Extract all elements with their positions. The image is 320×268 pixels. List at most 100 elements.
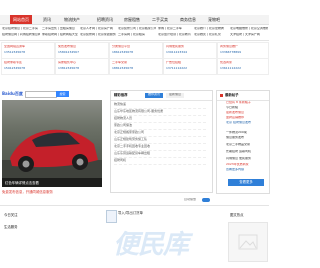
ad-title: 招聘求职专区 [4,61,23,64]
bottom-left-heading: 今日关注 [4,213,18,217]
nav-item-home[interactable]: 网站首页 [10,15,32,24]
search-button[interactable]: 搜索 [56,90,69,97]
ad-title: 优选商家 [220,61,233,64]
toggle-switch[interactable] [202,197,210,202]
bottom-left-heading-2: 生活服务 [4,225,18,229]
ad-phone: 13611112222 [220,67,241,70]
sidebar-item[interactable]: 同城信息 便民服务 [226,157,266,161]
ad-title: 广告位招租 [166,61,182,64]
sidebar-item[interactable]: 北京二手物品交易 [226,143,266,147]
link[interactable]: 北京招聘信息 | 北京二手房 [2,27,40,31]
link[interactable]: 北京装修网 | 北京家政服务 [80,33,116,37]
ad-phone: 15801234567 [58,51,79,54]
center-feature-title: 导入/导出订货单 [118,211,143,215]
tab-latest[interactable]: 最新信息 [166,93,184,98]
ad-grid: 全国网站直通车 13512345678 免费发布信息 15801234567 分… [0,42,269,75]
nav-item-jobs[interactable]: 招聘资讯 [97,17,113,22]
ad-title: 全国网站直通车 [4,45,26,48]
link[interactable]: 北京电脑维修 | 北京空调维修 [230,27,268,31]
link-row-1: 北京招聘信息 | 北京二手房 二手房出售 | 出租房信息 北京人才网 | 北京房… [0,27,269,32]
link[interactable]: 北京人才网 | 北京房产网 [80,27,116,31]
image-icon [238,234,258,250]
sidebar-item[interactable]: 最新发布信息 [226,111,266,115]
image-placeholder[interactable] [228,222,268,262]
link[interactable]: 北京装修公司 | 北京搬家公司 [118,27,156,31]
autoplay-toggle[interactable]: 自动播放 [184,197,212,203]
ad-title: 房屋租售中心 [58,61,77,64]
link[interactable]: 求职招聘网 | 招聘网站大全 [42,33,78,37]
link[interactable]: 北京婚庆 | 北京礼仪 [194,33,228,37]
toggle-label: 自动播放 [184,198,197,201]
car-illustration [2,129,102,187]
top-header [0,0,269,15]
link[interactable]: 北京婚介 | 北京宠物狗 [194,27,228,31]
ad-phone: 15912345678 [4,67,25,70]
link-row-2: 招聘信息网 | 同城招聘信息网 求职招聘网 | 招聘网站大全 北京装修网 | 北… [0,33,269,38]
ad-phone: 13512345678 [4,51,25,54]
ad-block[interactable]: 同城便民服务 13911223344 [163,42,217,59]
nav-item-pets[interactable]: 宠物吧 [208,17,220,22]
list-item[interactable]: 招聘司机 [114,157,206,165]
big-brand-logo: 便民库 [113,228,223,264]
section-title: 精彩推荐 [114,93,128,97]
ad-title: 同城便民服务 [166,45,185,48]
ad-title: 免费发布信息 [58,45,77,48]
ad-block[interactable]: 免费发布信息 15801234567 [55,42,109,59]
link[interactable]: 天津招聘 | 天津房产网 [230,33,268,37]
link[interactable]: 二手房网 | 北京租房 [118,33,156,37]
ad-title: 商务信息推广 [220,45,239,48]
hero-caption-bar: 红色车辆详情点击查看 [2,178,102,187]
baidu-logo: Baidu百度 [2,91,23,96]
doc-icon [106,210,117,223]
ad-block[interactable]: 广告位招租 13711112222 [163,58,217,75]
ad-phone: 18612345678 [112,51,133,54]
link[interactable]: 招聘信息网 | 同城招聘信息网 [2,33,40,37]
main-nav: 网站首页 资讯 物流快产 招聘资讯 房屋租售 二手买卖 商务信息 宠物吧 [0,15,269,25]
ad-block[interactable]: 二手车交易 18812345678 [109,58,163,75]
ad-phone: 13812345678 [58,67,79,70]
tab-recommended[interactable]: 推荐资讯 [145,93,163,98]
ad-block[interactable]: 商务信息推广 13366778899 [217,42,269,59]
ad-block[interactable]: 房屋租售中心 13812345678 [55,58,109,75]
divider [0,40,269,41]
ad-block[interactable]: 招聘求职专区 15912345678 [1,58,55,75]
search-input[interactable] [25,90,57,98]
sidebar-title: 最新帖子 [225,93,239,97]
red-bullet-icon [220,94,223,97]
ad-block[interactable]: 分类信息平台 18612345678 [109,42,163,59]
ad-phone: 18812345678 [112,67,133,70]
sidebar-item[interactable]: 今日新帖 [226,106,266,110]
ad-title: 二手车交易 [112,61,128,64]
ad-phone: 13911223344 [166,51,187,54]
sidebar-item[interactable]: 长期招聘 运输司机 [226,150,266,154]
center-feature[interactable]: 导入/导出订货单 [106,210,166,223]
ticker-text[interactable]: 免费发布信息，开通同城信息服务 [2,190,110,194]
link[interactable]: 北京会计培训 | 北京教育 [158,33,192,37]
sidebar-item[interactable]: 2023年优质商家 [226,163,266,167]
ad-phone: 13711112222 [166,67,187,70]
sidebar-item[interactable]: 一件物流200块 [226,131,266,135]
nav-item-logistics[interactable]: 物流快产 [64,17,80,22]
nav-item-business[interactable]: 商务信息 [180,17,196,22]
view-more-button[interactable]: 查看更多 [228,179,264,186]
link[interactable]: 求购 | 北京二手车 [158,27,192,31]
nav-item-secondhand[interactable]: 二手买卖 [152,17,168,22]
hero-image[interactable]: 红色车辆详情点击查看 [2,100,102,187]
brand-logo-text: 便民库 [113,230,189,260]
hero-caption: 红色车辆详情点击查看 [5,180,39,185]
right-bottom-heading: 图文热点 [230,213,244,217]
link[interactable]: 二手房出售 | 出租房信息 [42,27,78,31]
nav-item-news[interactable]: 资讯 [43,17,51,22]
sidebar-item[interactable]: 金牌店铺推荐 [226,116,266,120]
nav-item-housing[interactable]: 房屋租售 [124,17,140,22]
ad-block[interactable]: 优选商家 13611112222 [217,58,269,75]
ad-title: 分类信息平台 [112,45,131,48]
search-bar: Baidu百度 搜索 [2,90,72,98]
ad-phone: 13366778899 [220,51,241,54]
ad-block[interactable]: 全国网站直通车 13512345678 [1,42,55,59]
divider [0,205,269,206]
sidebar-item[interactable]: 已经有 8 条新帖子 [226,101,266,105]
sidebar-item[interactable]: 北京 招聘信息发布 [226,121,266,125]
sidebar-item[interactable]: 信息服务发布 [226,136,266,140]
sidebar-item[interactable]: 查看更多内容 [226,168,266,172]
